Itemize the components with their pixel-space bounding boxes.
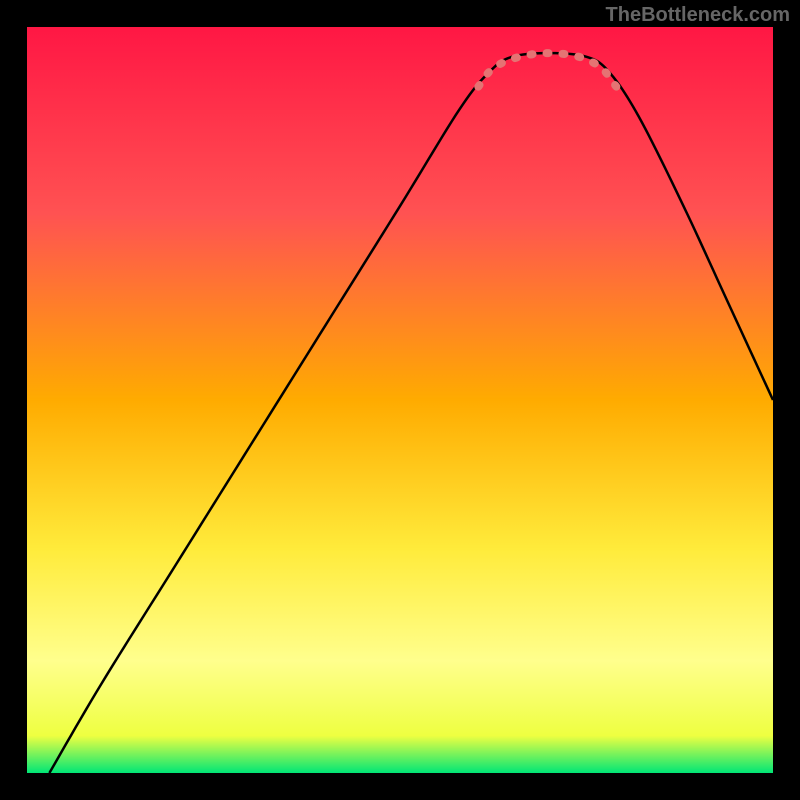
watermark-text: TheBottleneck.com: [606, 4, 790, 27]
bottleneck-chart: [0, 0, 800, 800]
chart-container: TheBottleneck.com: [0, 0, 800, 800]
chart-background: [27, 27, 773, 773]
